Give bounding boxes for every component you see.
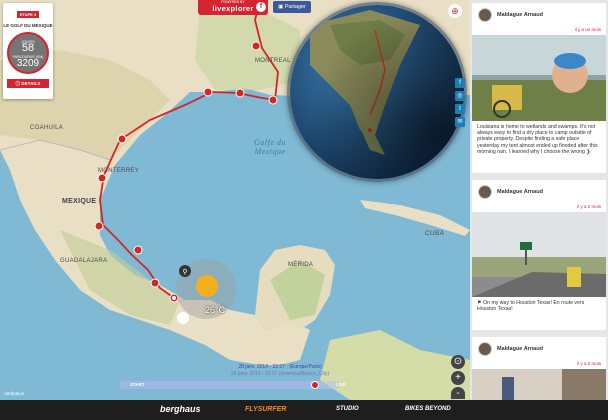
zoom-in-button[interactable]: + (451, 371, 465, 385)
sponsor-berghaus[interactable]: berghaus (160, 404, 201, 414)
avatar[interactable] (478, 342, 492, 356)
timeline-progress (120, 381, 312, 389)
post-photo-image (472, 35, 606, 121)
sponsor-studio[interactable]: STUDIO (336, 406, 359, 412)
feed-card[interactable]: Maldague Arnaud il y a 2 mois ⚑ On my wa… (472, 180, 606, 330)
city-label-coahuila: COAHUILA (30, 125, 64, 131)
gulf-label-line1: Golfe du (254, 138, 286, 147)
author-name[interactable]: Maldague Arnaud (497, 12, 543, 18)
date-display: 28 janv. 2019 - 22:57 · (Europe/Paris) 2… (180, 364, 380, 378)
attribution-link[interactable]: Attribution (4, 391, 24, 396)
instagram-icon[interactable]: ◎ (455, 91, 465, 101)
post-photo[interactable] (472, 212, 606, 297)
city-label-merida: MÉRIDA (288, 262, 314, 268)
temperature-value: 26°C (205, 305, 226, 315)
city-label-2: MONTREAL (255, 58, 291, 64)
timeline-start-label: START (130, 382, 145, 387)
feed-card-header: Maldague Arnaud (472, 337, 606, 361)
post-text-content: On my way to Houston Texas! En route ver… (477, 300, 585, 313)
details-label: DETAILS (21, 81, 41, 86)
stage-tag: ETAPE 4 (16, 11, 40, 18)
globe-svg (290, 5, 464, 179)
feed-card-header: Maldague Arnaud (472, 3, 606, 27)
post-photo[interactable] (472, 35, 606, 121)
post-text: ⚑ On my way to Houston Texas! En route v… (477, 300, 603, 320)
city-label-monterrey: MONTERREY (98, 168, 140, 174)
magnifier-icon[interactable]: ⊕ (448, 4, 462, 18)
post-photo-image (472, 212, 606, 297)
sun-icon (196, 275, 218, 297)
post-text: Louisiana is home to wetlands and swamps… (477, 124, 603, 166)
feed-card-header: Maldague Arnaud (472, 180, 606, 204)
author-name[interactable]: Maldague Arnaud (497, 189, 543, 195)
share-button[interactable]: ▣ Partager (273, 1, 311, 13)
gulf-label: Golfe du Mexique (250, 138, 290, 156)
timeline-bar[interactable] (120, 381, 340, 389)
sponsor-bikes-beyond[interactable]: BIKES BEYOND (405, 406, 451, 412)
country-label-mexico: MEXIQUE (62, 198, 97, 205)
stage-card: ETAPE 4 LE GOLF DU MEXIQUE JOURS 58 PARC… (3, 3, 53, 99)
map-view[interactable]: Golfe du Mexique MEXIQUE MONTERREY MONTR… (0, 0, 470, 400)
post-photo[interactable] (472, 369, 606, 400)
details-button[interactable]: ⓘ DETAILS (7, 79, 49, 88)
zoom-out-button[interactable]: - (451, 387, 465, 399)
twitter-icon[interactable]: t (455, 104, 465, 114)
post-photo-image (472, 369, 606, 400)
email-icon[interactable]: ✉ (455, 117, 465, 127)
date-europe: 28 janv. 2019 - 22:57 · (Europe/Paris) (238, 364, 322, 370)
timeline-live-label: LIVE (336, 382, 347, 387)
gulf-label-line2: Mexique (254, 147, 286, 156)
app-root: Golfe du Mexique MEXIQUE MONTERREY MONTR… (0, 0, 608, 420)
avatar[interactable] (478, 8, 492, 22)
timeline-knob[interactable] (311, 381, 319, 389)
post-time: il y a 2 mois (577, 204, 601, 209)
sponsor-flysurfer[interactable]: FLYSURFER (245, 406, 286, 413)
globe-minimap[interactable] (287, 2, 467, 182)
chevron-right-icon[interactable]: ❯ (586, 149, 590, 155)
stage-stats-ring: JOURS 58 PARCOURUS (KM) 3209 (7, 32, 49, 74)
post-time: il y a 2 mois (577, 361, 601, 366)
feed-card[interactable]: Maldague Arnaud il y a 2 mois (472, 337, 606, 400)
facebook-icon[interactable]: f (256, 2, 266, 12)
post-time: il y a un mois (574, 27, 601, 32)
post-text-content: Louisiana is home to wetlands and swamps… (477, 124, 598, 155)
sponsor-footer: berghaus FLYSURFER STUDIO BIKES BEYOND (0, 400, 608, 420)
facebook-share-icon[interactable]: f (455, 78, 465, 88)
days-value: 58 (21, 42, 35, 54)
facebook-small-icon: ▣ (278, 4, 285, 10)
city-label-cuba: CUBA (425, 230, 445, 237)
feed-panel[interactable]: Maldague Arnaud il y a un mois Louisiana… (470, 0, 608, 400)
date-local: 28 janv. 2019 - 15:57 (America/Mexico_Ci… (230, 371, 330, 377)
svg-text:⚲: ⚲ (182, 268, 187, 276)
km-value: 3209 (16, 58, 40, 69)
locate-button[interactable]: ⊙ (451, 355, 465, 369)
avatar[interactable] (478, 185, 492, 199)
share-label: Partager (284, 4, 306, 10)
stage-name: LE GOLF DU MEXIQUE (3, 23, 53, 28)
weather-widget: ⚲ (176, 259, 236, 324)
author-name[interactable]: Maldague Arnaud (497, 346, 543, 352)
feed-card[interactable]: Maldague Arnaud il y a un mois Louisiana… (472, 3, 606, 173)
city-label-guadalajara: GUADALAJARA (60, 258, 108, 264)
